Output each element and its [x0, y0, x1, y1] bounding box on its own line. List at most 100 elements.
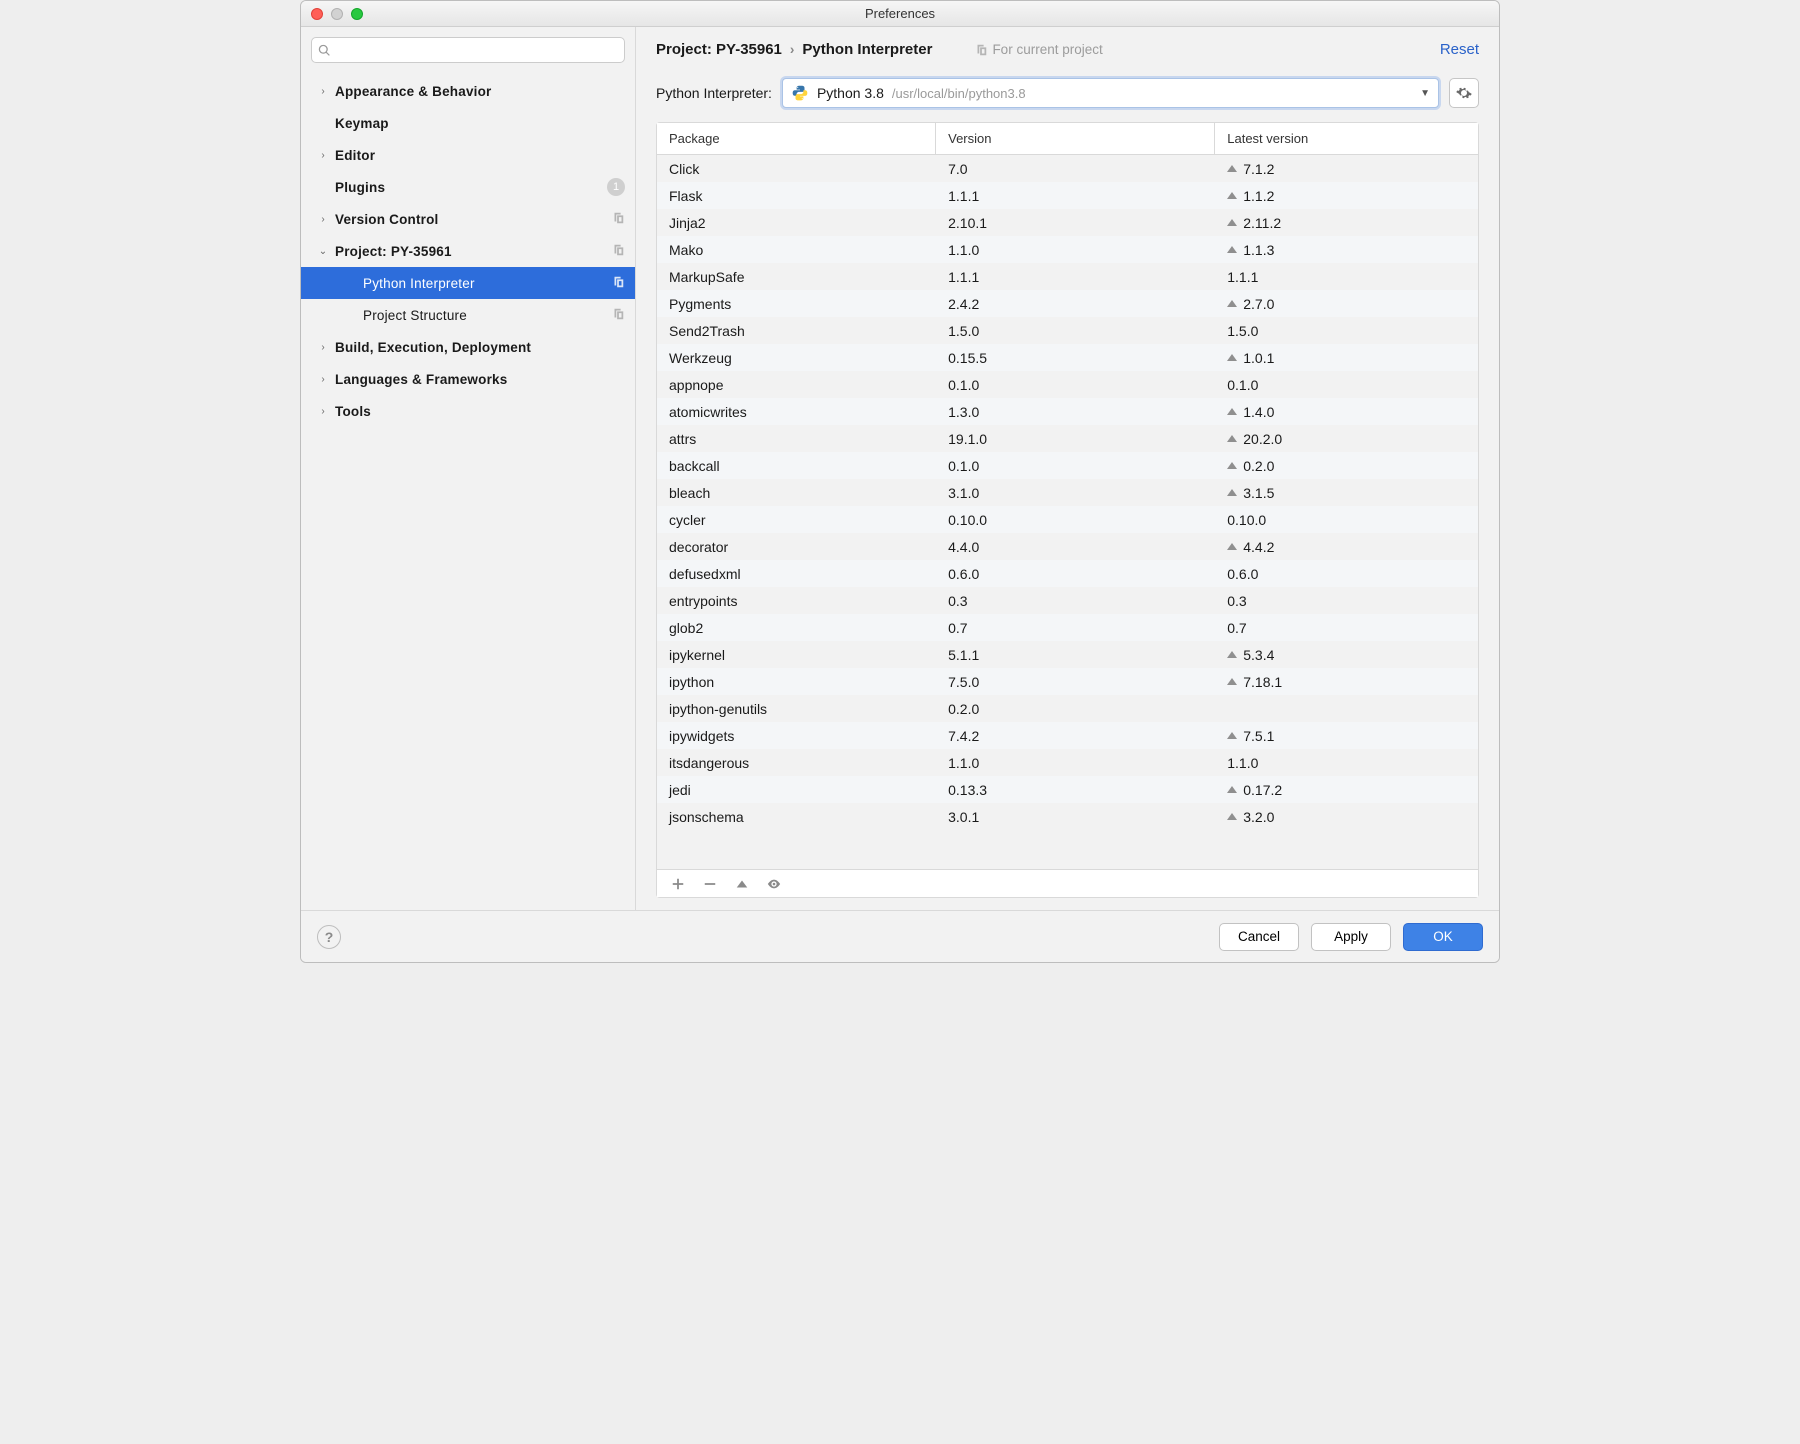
search-input-wrapper[interactable]	[311, 37, 625, 63]
sidebar-item[interactable]: ›Appearance & Behavior	[301, 75, 635, 107]
cell-version: 19.1.0	[936, 431, 1215, 447]
interpreter-path: /usr/local/bin/python3.8	[892, 86, 1026, 101]
cell-latest: 2.11.2	[1215, 215, 1478, 231]
cell-latest: 2.7.0	[1215, 296, 1478, 312]
sidebar-item-label: Tools	[335, 404, 371, 419]
cell-package: ipython	[657, 674, 936, 690]
cell-version: 0.13.3	[936, 782, 1215, 798]
package-toolbar	[657, 869, 1478, 897]
upgrade-available-icon	[1227, 192, 1237, 199]
cell-version: 0.10.0	[936, 512, 1215, 528]
main-panel: Project: PY-35961 › Python Interpreter F…	[636, 27, 1499, 910]
table-row[interactable]: Jinja22.10.12.11.2	[657, 209, 1478, 236]
table-row[interactable]: MarkupSafe1.1.11.1.1	[657, 263, 1478, 290]
upgrade-package-button[interactable]	[735, 877, 749, 891]
project-scope-icon	[611, 307, 625, 324]
sidebar-item[interactable]: ›Languages & Frameworks	[301, 363, 635, 395]
cell-latest: 0.17.2	[1215, 782, 1478, 798]
cell-version: 0.3	[936, 593, 1215, 609]
sidebar-item[interactable]: ⌄Project: PY-35961	[301, 235, 635, 267]
table-row[interactable]: Flask1.1.11.1.2	[657, 182, 1478, 209]
cancel-button[interactable]: Cancel	[1219, 923, 1299, 951]
table-row[interactable]: Mako1.1.01.1.3	[657, 236, 1478, 263]
cell-version: 1.1.0	[936, 242, 1215, 258]
upgrade-available-icon	[1227, 354, 1237, 361]
table-row[interactable]: ipykernel5.1.15.3.4	[657, 641, 1478, 668]
cell-version: 5.1.1	[936, 647, 1215, 663]
cell-latest: 7.1.2	[1215, 161, 1478, 177]
cell-version: 4.4.0	[936, 539, 1215, 555]
interpreter-label: Python Interpreter:	[656, 85, 772, 101]
column-header-version[interactable]: Version	[936, 123, 1215, 154]
cell-version: 1.5.0	[936, 323, 1215, 339]
table-row[interactable]: cycler0.10.00.10.0	[657, 506, 1478, 533]
show-early-releases-button[interactable]	[767, 877, 781, 891]
cell-version: 1.1.0	[936, 755, 1215, 771]
sidebar-item[interactable]: ›Tools	[301, 395, 635, 427]
table-row[interactable]: backcall0.1.00.2.0	[657, 452, 1478, 479]
upgrade-available-icon	[1227, 219, 1237, 226]
ok-button[interactable]: OK	[1403, 923, 1483, 951]
cell-version: 3.1.0	[936, 485, 1215, 501]
help-button[interactable]: ?	[317, 925, 341, 949]
sidebar-item[interactable]: Plugins1	[301, 171, 635, 203]
breadcrumb-segment[interactable]: Project: PY-35961	[656, 41, 782, 58]
sidebar-item[interactable]: Keymap	[301, 107, 635, 139]
table-row[interactable]: Werkzeug0.15.51.0.1	[657, 344, 1478, 371]
table-row[interactable]: appnope0.1.00.1.0	[657, 371, 1478, 398]
table-row[interactable]: Click7.07.1.2	[657, 155, 1478, 182]
search-icon	[318, 44, 331, 57]
table-row[interactable]: jsonschema3.0.13.2.0	[657, 803, 1478, 830]
table-row[interactable]: ipywidgets7.4.27.5.1	[657, 722, 1478, 749]
upgrade-available-icon	[1227, 786, 1237, 793]
reset-link[interactable]: Reset	[1440, 41, 1479, 58]
project-scope-icon	[611, 243, 625, 260]
cell-version: 1.3.0	[936, 404, 1215, 420]
table-row[interactable]: ipython7.5.07.18.1	[657, 668, 1478, 695]
sidebar-item[interactable]: Project Structure	[301, 299, 635, 331]
add-package-button[interactable]	[671, 877, 685, 891]
table-row[interactable]: Send2Trash1.5.01.5.0	[657, 317, 1478, 344]
sidebar-item[interactable]: ›Version Control	[301, 203, 635, 235]
table-row[interactable]: jedi0.13.30.17.2	[657, 776, 1478, 803]
apply-button[interactable]: Apply	[1311, 923, 1391, 951]
column-header-package[interactable]: Package	[657, 123, 936, 154]
interpreter-dropdown[interactable]: Python 3.8 /usr/local/bin/python3.8 ▼	[782, 78, 1439, 108]
table-row[interactable]: defusedxml0.6.00.6.0	[657, 560, 1478, 587]
table-row[interactable]: attrs19.1.020.2.0	[657, 425, 1478, 452]
cell-package: bleach	[657, 485, 936, 501]
table-row[interactable]: decorator4.4.04.4.2	[657, 533, 1478, 560]
cell-version: 7.5.0	[936, 674, 1215, 690]
sidebar-item-label: Editor	[335, 148, 375, 163]
sidebar-item[interactable]: Python Interpreter	[301, 267, 635, 299]
search-input[interactable]	[331, 42, 618, 59]
table-row[interactable]: glob20.70.7	[657, 614, 1478, 641]
sidebar-item[interactable]: ›Build, Execution, Deployment	[301, 331, 635, 363]
column-header-latest[interactable]: Latest version	[1215, 123, 1478, 154]
table-row[interactable]: itsdangerous1.1.01.1.0	[657, 749, 1478, 776]
chevron-icon: ›	[317, 374, 329, 385]
interpreter-settings-button[interactable]	[1449, 78, 1479, 108]
remove-package-button[interactable]	[703, 877, 717, 891]
cell-version: 0.1.0	[936, 458, 1215, 474]
packages-table: Package Version Latest version Click7.07…	[656, 122, 1479, 898]
table-row[interactable]: bleach3.1.03.1.5	[657, 479, 1478, 506]
table-row[interactable]: ipython-genutils0.2.0	[657, 695, 1478, 722]
cell-package: Jinja2	[657, 215, 936, 231]
cell-latest: 1.5.0	[1215, 323, 1478, 339]
minus-icon	[703, 877, 717, 891]
cell-latest: 5.3.4	[1215, 647, 1478, 663]
table-row[interactable]: entrypoints0.30.3	[657, 587, 1478, 614]
cell-package: Pygments	[657, 296, 936, 312]
upgrade-available-icon	[1227, 408, 1237, 415]
sidebar-item[interactable]: ›Editor	[301, 139, 635, 171]
upgrade-available-icon	[1227, 435, 1237, 442]
dialog-footer: ? Cancel Apply OK	[301, 910, 1499, 962]
upgrade-available-icon	[1227, 813, 1237, 820]
table-row[interactable]: atomicwrites1.3.01.4.0	[657, 398, 1478, 425]
sidebar-item-label: Keymap	[335, 116, 389, 131]
sidebar-item-label: Appearance & Behavior	[335, 84, 492, 99]
cell-package: Send2Trash	[657, 323, 936, 339]
table-row[interactable]: Pygments2.4.22.7.0	[657, 290, 1478, 317]
cell-latest: 1.1.1	[1215, 269, 1478, 285]
